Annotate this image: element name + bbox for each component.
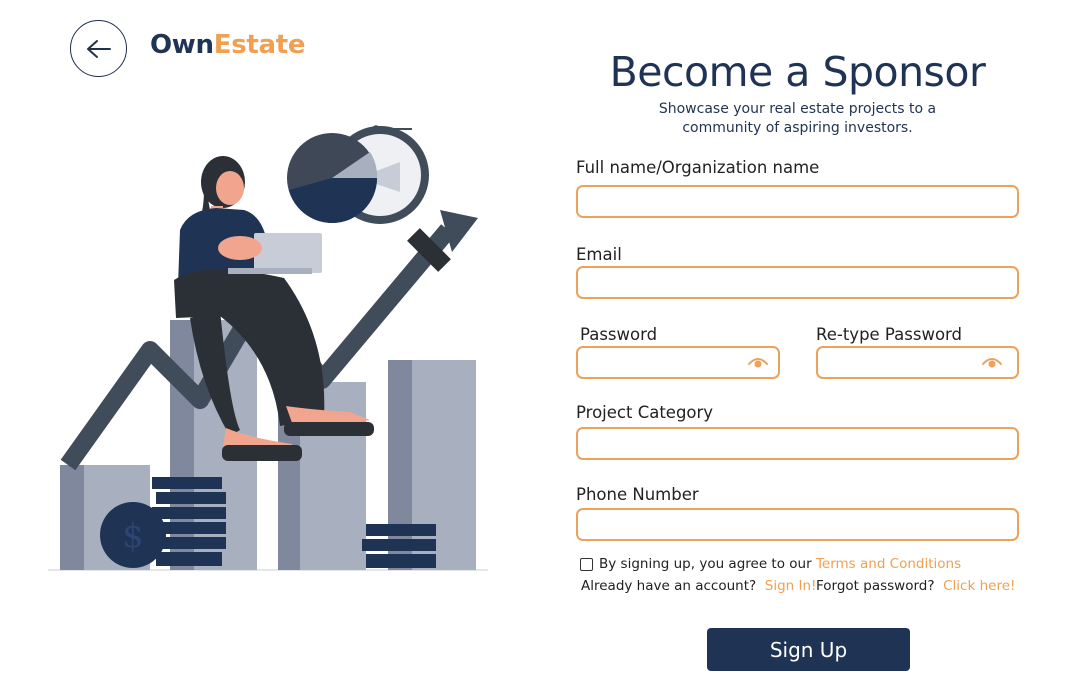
email-label: Email	[576, 245, 622, 264]
arrow-left-icon	[86, 39, 111, 58]
terms-checkbox[interactable]	[580, 557, 593, 571]
project-category-input[interactable]	[576, 427, 1019, 460]
phone-label: Phone Number	[576, 485, 699, 504]
full-name-label: Full name/Organization name	[576, 158, 820, 177]
retype-password-eye-icon[interactable]	[982, 356, 1002, 370]
phone-input[interactable]	[576, 508, 1019, 541]
account-row: Already have an account? Sign In!	[581, 578, 816, 594]
password-eye-icon[interactable]	[748, 356, 768, 370]
retype-password-label: Re-type Password	[816, 325, 963, 344]
account-text: Already have an account?	[581, 578, 761, 594]
forgot-password-link[interactable]: Click here!	[943, 578, 1015, 594]
project-category-label: Project Category	[576, 403, 714, 422]
hero-illustration: $	[48, 125, 488, 571]
password-label: Password	[580, 325, 658, 344]
sign-in-link[interactable]: Sign In!	[765, 578, 817, 594]
brand-logo[interactable]: OwnEstate	[150, 30, 306, 60]
brand-logo-part2: Estate	[213, 30, 306, 60]
svg-text:$: $	[122, 516, 144, 556]
back-button[interactable]	[70, 20, 127, 77]
form-subtitle-line2: community of aspiring investors.	[682, 120, 913, 136]
forgot-row: Forgot password? Click here!	[816, 578, 1015, 594]
form-title: Become a Sponsor	[609, 48, 986, 96]
terms-text: By signing up, you agree to our	[599, 556, 812, 572]
form-subtitle: Showcase your real estate projects to a …	[610, 100, 985, 138]
sign-up-button[interactable]: Sign Up	[707, 628, 910, 671]
terms-link[interactable]: Terms and Conditions	[816, 556, 961, 572]
email-input[interactable]	[576, 266, 1019, 299]
forgot-text: Forgot password?	[816, 578, 939, 594]
terms-row: By signing up, you agree to our Terms an…	[580, 556, 961, 572]
full-name-input[interactable]	[576, 185, 1019, 218]
form-subtitle-line1: Showcase your real estate projects to a	[658, 101, 937, 117]
brand-logo-part1: Own	[150, 30, 214, 60]
